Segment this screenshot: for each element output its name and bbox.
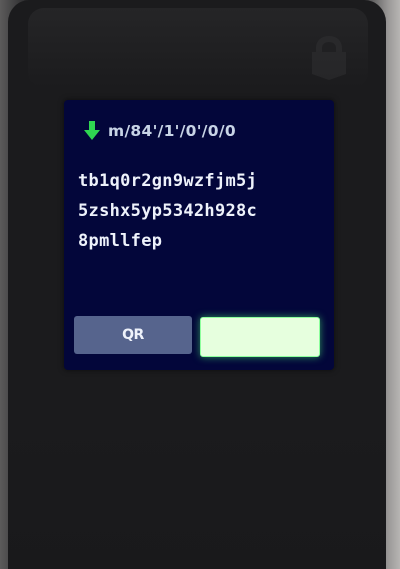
down-arrow-icon <box>84 121 100 140</box>
shield-logo-icon <box>312 36 346 80</box>
receive-address: tb1q0r2gn9wzfjm5j 5zshx5yp5342h928c 8pml… <box>78 166 328 256</box>
device-lower-body <box>8 420 386 569</box>
address-line: 8pmllfep <box>78 231 163 251</box>
confirm-button[interactable] <box>200 317 320 357</box>
qr-button[interactable]: QR <box>74 316 192 354</box>
address-line: tb1q0r2gn9wzfjm5j <box>78 171 258 191</box>
screen-header: m/84'/1'/0'/0/0 <box>84 120 236 142</box>
derivation-path: m/84'/1'/0'/0/0 <box>108 122 236 140</box>
device-screen: m/84'/1'/0'/0/0 tb1q0r2gn9wzfjm5j 5zshx5… <box>64 100 334 370</box>
qr-button-label: QR <box>122 327 144 343</box>
address-line: 5zshx5yp5342h928c <box>78 201 258 221</box>
